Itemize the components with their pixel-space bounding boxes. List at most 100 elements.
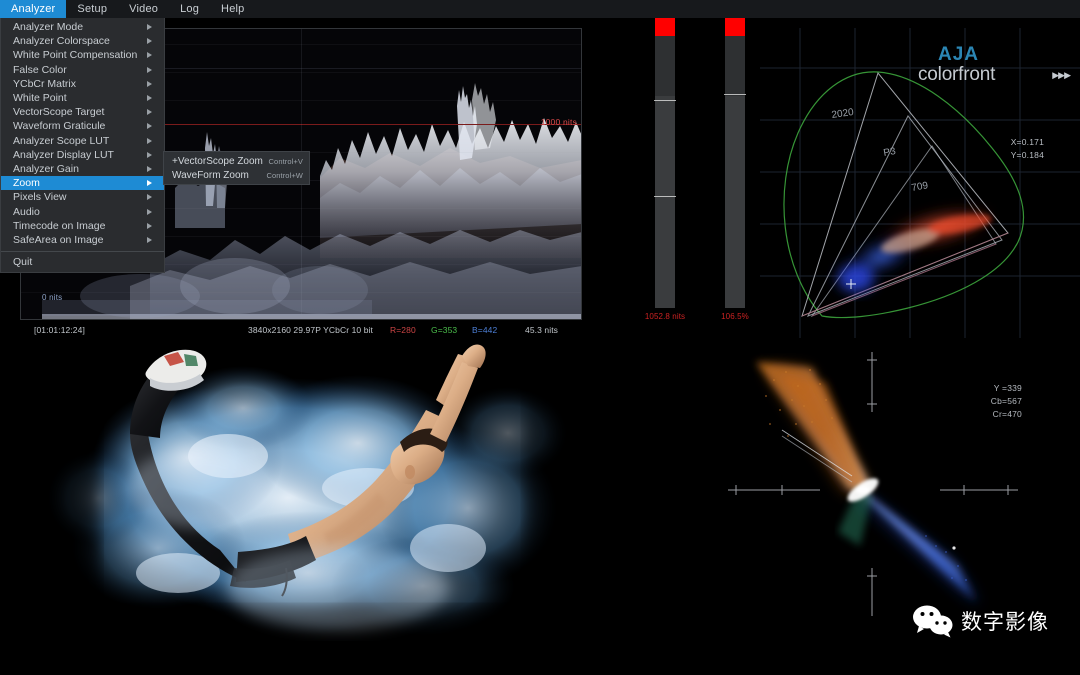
menu-item-ycbcr-matrix[interactable]: YCbCr Matrix [1, 77, 164, 91]
menu-item-label: Waveform Graticule [13, 120, 106, 133]
menu-item-label: Pixels View [13, 191, 67, 204]
submenu-item-shortcut: Control+V [268, 156, 303, 166]
waveform-label-0nits: 0 nits [42, 293, 63, 302]
vectorscope-plot [700, 340, 1030, 620]
menu-item-analyzer-scope-lut[interactable]: Analyzer Scope LUT [1, 134, 164, 148]
status-video-format: 3840x2160 29.97P YCbCr 10 bit [248, 325, 373, 335]
menu-item-white-point[interactable]: White Point [1, 91, 164, 105]
meter-tick [654, 100, 676, 101]
menu-item-label: Analyzer Colorspace [13, 35, 110, 48]
menu-item-label: Zoom [13, 177, 40, 190]
meter-track-head [725, 36, 745, 96]
menu-item-analyzer-colorspace[interactable]: Analyzer Colorspace [1, 34, 164, 48]
aja-colorfront-analyzer-window: Analyzer Setup Video Log Help 1000 nits … [0, 0, 1080, 675]
submenu-item-label: +VectorScope Zoom [172, 155, 263, 167]
wechat-icon [913, 605, 953, 638]
chevron-right-icon [147, 151, 152, 158]
menu-item-vectorscope-target[interactable]: VectorScope Target [1, 105, 164, 119]
zoom-submenu[interactable]: +VectorScope Zoom Control+V WaveForm Zoo… [163, 151, 310, 185]
menu-item-white-point-compensation[interactable]: White Point Compensation [1, 48, 164, 62]
analyzer-dropdown-menu[interactable]: Analyzer Mode Analyzer Colorspace White … [0, 18, 165, 273]
menu-item-false-color[interactable]: False Color [1, 63, 164, 77]
menu-item-label: Analyzer Scope LUT [13, 134, 110, 147]
menu-item-timecode-on-image[interactable]: Timecode on Image [1, 219, 164, 233]
menu-setup[interactable]: Setup [66, 0, 118, 18]
status-timecode: [01:01:12:24] [34, 325, 85, 335]
menu-help[interactable]: Help [210, 0, 255, 18]
chevron-right-icon [147, 95, 152, 102]
menu-item-label: Analyzer Mode [13, 21, 84, 34]
menu-item-pixels-view[interactable]: Pixels View [1, 190, 164, 204]
menu-item-zoom[interactable]: Zoom [1, 176, 164, 191]
meter-tick [654, 196, 676, 197]
vectorscope-readout: Y =339 Cb=567 Cr=470 [991, 382, 1022, 421]
video-frame-content [38, 338, 580, 641]
meter-track-head [655, 36, 675, 96]
meter-tick [724, 94, 746, 95]
play-marks-icon: ▶▶▶ [1052, 70, 1071, 80]
chevron-right-icon [147, 208, 152, 215]
submenu-item-shortcut: Control+W [266, 170, 303, 180]
chevron-right-icon [147, 137, 152, 144]
chevron-right-icon [147, 194, 152, 201]
status-red-value: R=280 [390, 325, 416, 335]
nits-meter-label: 1052.8 nits [644, 312, 686, 321]
submenu-item-waveform-zoom[interactable]: WaveForm Zoom Control+W [164, 168, 309, 182]
chevron-right-icon [147, 222, 152, 229]
chevron-right-icon [147, 38, 152, 45]
menu-item-label: YCbCr Matrix [13, 77, 77, 90]
colorfront-wordmark: colorfront [918, 64, 996, 85]
menu-item-label: White Point [13, 92, 67, 105]
vectorscope-y-value: Y =339 [993, 383, 1022, 393]
chevron-right-icon [147, 52, 152, 59]
chevron-right-icon [147, 80, 152, 87]
status-bar: [01:01:12:24] 3840x2160 29.97P YCbCr 10 … [20, 322, 582, 338]
menu-separator [1, 251, 164, 252]
vectorscope-cr-value: Cr=470 [992, 409, 1022, 419]
chevron-right-icon [147, 109, 152, 116]
menu-item-label: SafeArea on Image [13, 233, 104, 246]
menu-item-waveform-graticule[interactable]: Waveform Graticule [1, 119, 164, 133]
menu-item-label: White Point Compensation [13, 49, 138, 62]
vectorscope[interactable]: Y =339 Cb=567 Cr=470 [700, 340, 1030, 620]
waveform-label-1000nits: 1000 nits [540, 117, 577, 127]
menu-item-label: False Color [13, 63, 67, 76]
submenu-item-label: WaveForm Zoom [172, 169, 249, 181]
cie-y-value: Y=0.184 [1010, 150, 1044, 160]
chevron-right-icon [147, 180, 152, 187]
chevron-right-icon [147, 165, 152, 172]
menu-item-label: Audio [13, 205, 40, 218]
menu-bar: Analyzer Setup Video Log Help [0, 0, 1080, 18]
svg-text:P3: P3 [883, 146, 897, 159]
status-green-value: G=353 [431, 325, 458, 335]
chevron-right-icon [147, 123, 152, 130]
chevron-right-icon [147, 24, 152, 31]
menu-video[interactable]: Video [118, 0, 169, 18]
video-preview[interactable]: MYSTERY BOX HIGH DYNAMIC RANGE COLOR GRA… [38, 338, 580, 641]
menu-item-label: Analyzer Display LUT [13, 148, 114, 161]
aja-colorfront-logo: AJA colorfront ▶▶▶ [918, 44, 1071, 85]
submenu-item-vectorscope-zoom[interactable]: +VectorScope Zoom Control+V [164, 154, 309, 168]
menu-item-analyzer-display-lut[interactable]: Analyzer Display LUT [1, 148, 164, 162]
cie-readout: X=0.171 Y=0.184 [1011, 136, 1044, 162]
menu-item-analyzer-gain[interactable]: Analyzer Gain [1, 162, 164, 176]
menu-log[interactable]: Log [169, 0, 210, 18]
wechat-watermark: 数字影像 [912, 604, 1049, 638]
menu-item-audio[interactable]: Audio [1, 204, 164, 218]
cie-x-value: X=0.171 [1010, 137, 1044, 147]
chevron-right-icon [147, 236, 152, 243]
aja-wordmark: AJA [938, 44, 980, 65]
percent-meter-label: 106.5% [721, 312, 749, 321]
menu-analyzer[interactable]: Analyzer [0, 0, 67, 18]
wechat-watermark-text: 数字影像 [961, 610, 1049, 634]
menu-item-analyzer-mode[interactable]: Analyzer Mode [1, 20, 164, 34]
menu-item-safearea-on-image[interactable]: SafeArea on Image [1, 233, 164, 247]
status-nits-value: 45.3 nits [525, 325, 559, 335]
menu-item-label: Timecode on Image [13, 219, 106, 232]
menu-item-quit[interactable]: Quit [1, 254, 164, 269]
menu-item-label: Analyzer Gain [13, 162, 79, 175]
vectorscope-cb-value: Cb=567 [990, 396, 1022, 406]
level-meters: 1052.8 nits 106.5% [600, 0, 760, 338]
status-blue-value: B=442 [472, 325, 498, 335]
menu-item-label: VectorScope Target [13, 106, 105, 119]
